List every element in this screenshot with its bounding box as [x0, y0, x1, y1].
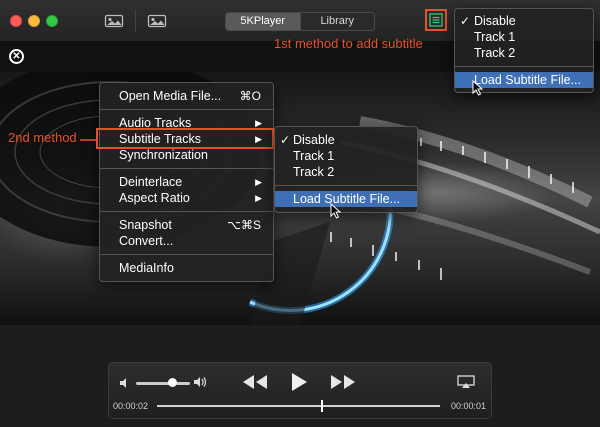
menu-item-label: Snapshot: [119, 218, 172, 232]
close-video-button[interactable]: ✕: [9, 49, 24, 64]
shortcut-label: ⌥⌘S: [227, 218, 261, 232]
fast-forward-icon[interactable]: [329, 373, 357, 391]
subtitle-list-icon: [429, 13, 443, 27]
photo-import-icon[interactable]: [147, 13, 167, 29]
menu-item-label: Synchronization: [119, 148, 208, 162]
submenu-item-load-subtitle-file[interactable]: Load Subtitle File...: [275, 191, 417, 207]
airplay-icon[interactable]: [457, 375, 475, 389]
menu-item-label: Track 1: [293, 149, 335, 163]
submenu-arrow-icon: ▶: [255, 193, 262, 203]
menu-item-label: Deinterlace: [119, 175, 183, 189]
menu-separator: [275, 185, 417, 186]
minimize-window-button[interactable]: [28, 15, 40, 27]
volume-high-icon[interactable]: [193, 375, 209, 389]
dropdown-item-track-2[interactable]: Track 2: [455, 45, 593, 61]
elapsed-time: 00:00:02: [113, 401, 149, 411]
dropdown-item-track-1[interactable]: Track 1: [455, 29, 593, 45]
checkmark-icon: ✓: [280, 133, 291, 147]
menu-item-label: MediaInfo: [119, 261, 174, 275]
titlebar-divider: [135, 10, 136, 32]
menu-item-mediainfo[interactable]: MediaInfo: [100, 260, 273, 276]
annotation-connector-line: [80, 139, 98, 141]
menu-item-label: Aspect Ratio: [119, 191, 190, 205]
photo-gallery-icon[interactable]: [104, 13, 124, 29]
context-menu: Open Media File... ⌘O Audio Tracks ▶ Sub…: [99, 82, 274, 282]
menu-item-label: Open Media File...: [119, 89, 222, 103]
dropdown-item-disable[interactable]: ✓ Disable: [455, 13, 593, 29]
close-window-button[interactable]: [10, 15, 22, 27]
menu-item-label: Disable: [474, 14, 516, 28]
volume-slider[interactable]: [136, 382, 190, 385]
play-icon[interactable]: [289, 371, 309, 393]
subtitle-tracks-highlight-box: [96, 128, 274, 149]
menu-item-label: Track 1: [474, 30, 516, 44]
subtitle-button[interactable]: [425, 9, 447, 31]
menu-item-label: Track 2: [293, 165, 335, 179]
menu-item-snapshot[interactable]: Snapshot ⌥⌘S: [100, 217, 273, 233]
playback-controls: 00:00:02 00:00:01: [108, 362, 492, 419]
tab-5kplayer[interactable]: 5KPlayer: [226, 13, 300, 30]
menu-separator: [100, 109, 273, 110]
menu-separator: [100, 168, 273, 169]
menu-separator: [455, 66, 593, 67]
menu-item-deinterlace[interactable]: Deinterlace ▶: [100, 174, 273, 190]
submenu-item-track-1[interactable]: Track 1: [275, 148, 417, 164]
submenu-item-disable[interactable]: ✓ Disable: [275, 132, 417, 148]
menu-item-convert[interactable]: Convert...: [100, 233, 273, 249]
remaining-time: 00:00:01: [451, 401, 487, 411]
annotation-first-method: 1st method to add subtitle: [274, 36, 423, 51]
menu-item-label: Convert...: [119, 234, 174, 248]
shortcut-label: ⌘O: [239, 89, 261, 103]
menu-item-label: Disable: [293, 133, 335, 147]
menu-item-open-media[interactable]: Open Media File... ⌘O: [100, 88, 273, 104]
close-icon: ✕: [12, 51, 21, 62]
submenu-item-track-2[interactable]: Track 2: [275, 164, 417, 180]
menu-separator: [100, 211, 273, 212]
menu-item-label: Track 2: [474, 46, 516, 60]
tab-library[interactable]: Library: [299, 13, 375, 30]
progress-bar-knob[interactable]: [321, 400, 324, 412]
menu-item-label: Load Subtitle File...: [293, 192, 401, 206]
mouse-cursor-icon: [472, 80, 484, 96]
volume-low-icon[interactable]: [119, 377, 131, 389]
menu-separator: [100, 254, 273, 255]
menu-item-label: Load Subtitle File...: [474, 73, 582, 87]
rewind-icon[interactable]: [241, 373, 269, 391]
submenu-arrow-icon: ▶: [255, 177, 262, 187]
mouse-cursor-icon: [330, 203, 342, 219]
zoom-window-button[interactable]: [46, 15, 58, 27]
menu-item-aspect-ratio[interactable]: Aspect Ratio ▶: [100, 190, 273, 206]
view-switcher: 5KPlayer Library: [225, 12, 375, 31]
annotation-second-method: 2nd method: [8, 130, 77, 145]
menu-item-synchronization[interactable]: Synchronization: [100, 147, 273, 163]
volume-slider-knob[interactable]: [168, 378, 178, 387]
subtitle-tracks-submenu: ✓ Disable Track 1 Track 2 Load Subtitle …: [274, 126, 418, 213]
progress-bar[interactable]: [157, 400, 440, 412]
checkmark-icon: ✓: [460, 14, 471, 28]
